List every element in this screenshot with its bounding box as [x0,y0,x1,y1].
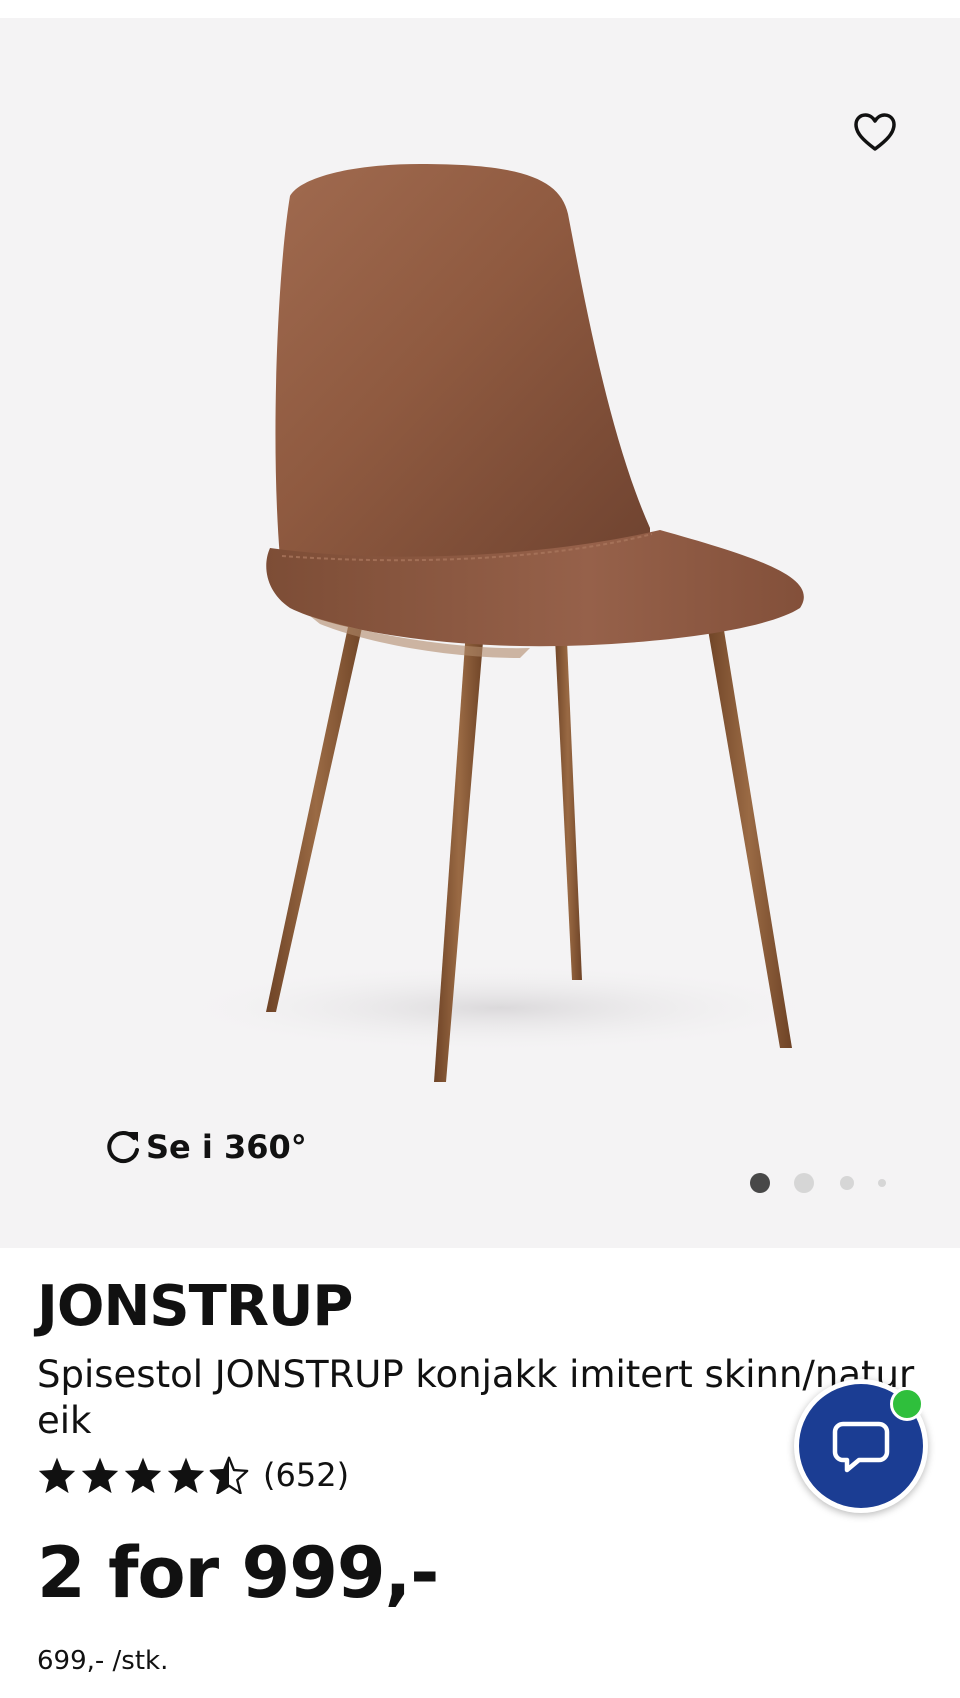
product-rating[interactable]: (652) [37,1456,349,1494]
pagination-dot[interactable] [840,1176,854,1190]
heart-outline-icon [854,113,896,151]
star-full-icon [167,1457,205,1494]
star-full-icon [124,1457,162,1494]
product-description: Spisestol JONSTRUP konjakk imitert skinn… [37,1353,915,1442]
view-360-button[interactable]: Se i 360° [104,1128,307,1166]
view-360-label: Se i 360° [146,1128,307,1166]
gallery-pagination[interactable] [748,1172,888,1193]
pagination-dot-active[interactable] [750,1173,770,1193]
star-half-icon [209,1456,249,1494]
star-full-icon [38,1457,76,1494]
favorite-button[interactable] [848,108,902,156]
unit-price: 699,- /stk. [37,1646,169,1676]
chat-bubble-icon [832,1421,890,1473]
product-name: JONSTRUP [37,1274,353,1339]
online-status-indicator [890,1387,924,1421]
pagination-dot[interactable] [794,1173,814,1193]
product-image [170,164,830,1082]
product-gallery[interactable]: Se i 360° [0,18,960,1248]
rotate-icon [107,1131,139,1164]
pagination-dot[interactable] [878,1179,886,1187]
rating-stars [37,1456,249,1494]
product-price: 2 for 999,- [37,1532,439,1614]
rating-count: (652) [263,1456,350,1494]
chat-button[interactable] [794,1379,928,1513]
star-full-icon [81,1457,119,1494]
